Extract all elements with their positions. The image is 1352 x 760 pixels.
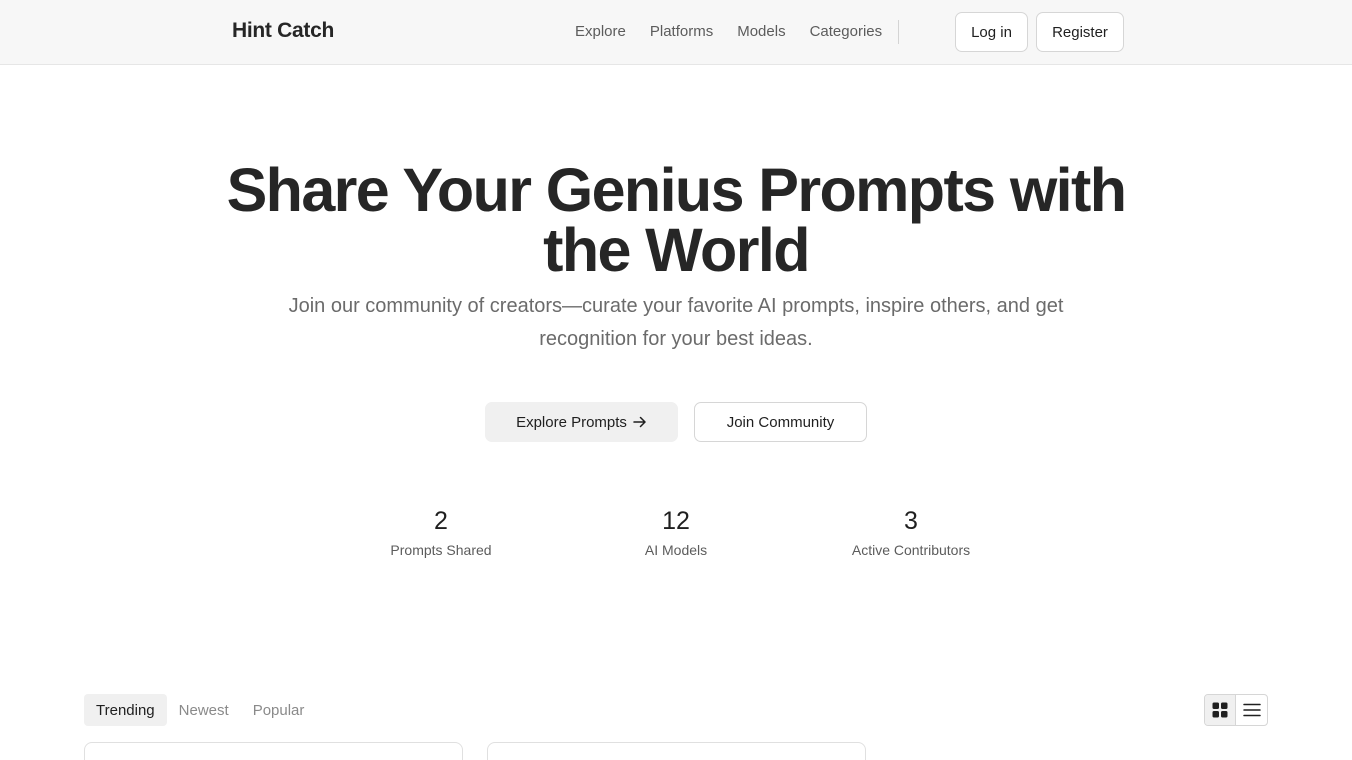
list-view-icon <box>1242 703 1261 717</box>
stat-value: 12 <box>662 507 690 535</box>
stat-ai-models: 12 AI Models <box>576 506 776 559</box>
prompt-card[interactable] <box>84 742 463 760</box>
nav-divider <box>898 20 899 44</box>
list-view-button[interactable] <box>1236 695 1267 725</box>
stat-label: AI Models <box>644 542 708 558</box>
stat-value: 3 <box>904 507 918 535</box>
prompt-card[interactable] <box>487 742 866 760</box>
main-nav: Explore Platforms Models Categories <box>575 23 882 41</box>
join-community-button[interactable]: Join Community <box>694 402 867 442</box>
login-button[interactable]: Log in <box>955 12 1028 52</box>
nav-models[interactable]: Models <box>737 23 785 41</box>
stat-prompts-shared: 2 Prompts Shared <box>341 506 541 559</box>
tab-trending[interactable]: Trending <box>84 694 167 726</box>
nav-platforms[interactable]: Platforms <box>650 23 713 41</box>
stat-label: Prompts Shared <box>390 542 492 558</box>
tab-popular[interactable]: Popular <box>241 694 317 726</box>
explore-prompts-label: Explore Prompts <box>516 413 627 431</box>
register-button[interactable]: Register <box>1036 12 1124 52</box>
hero-subtitle: Join our community of creators—curate yo… <box>288 295 1064 350</box>
explore-prompts-button[interactable]: Explore Prompts <box>485 402 678 442</box>
nav-explore[interactable]: Explore <box>575 23 626 41</box>
arrow-right-icon <box>633 416 646 428</box>
grid-view-button[interactable] <box>1205 695 1237 725</box>
site-header: Hint Catch Explore Platforms Models Cate… <box>0 0 1352 65</box>
brand-logo[interactable]: Hint Catch <box>232 19 334 43</box>
nav-categories[interactable]: Categories <box>810 23 883 41</box>
grid-view-icon <box>1212 702 1228 718</box>
tab-newest[interactable]: Newest <box>167 694 241 726</box>
stat-active-contributors: 3 Active Contributors <box>811 506 1011 559</box>
hero-title: Share Your Genius Prompts with the World <box>226 156 1127 284</box>
stat-value: 2 <box>434 507 448 535</box>
sort-tabs: Trending Newest Popular <box>84 694 316 726</box>
view-toggle <box>1204 694 1268 726</box>
stat-label: Active Contributors <box>851 542 971 558</box>
